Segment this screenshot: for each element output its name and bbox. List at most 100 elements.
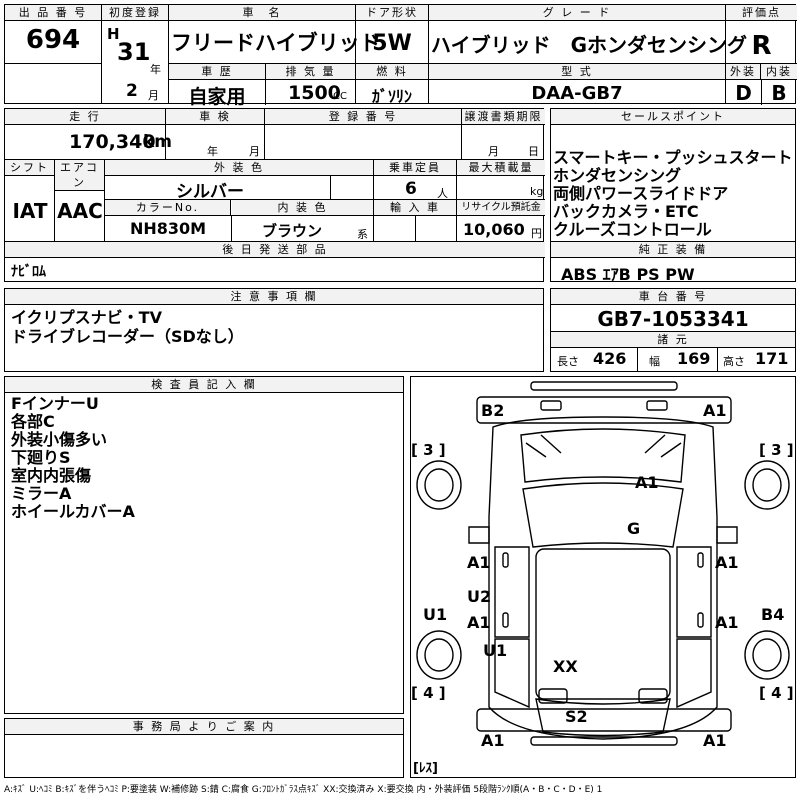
inspector-line: 室内内張傷 — [11, 466, 92, 485]
header-block: 出 品 番 号 694 初度登録 H 31 年 2 月 車 名 フリードハイブリ… — [4, 4, 797, 108]
sales-point: 両側パワースライドドア — [553, 184, 729, 203]
shift: IAT — [12, 199, 48, 223]
sales-points-block: セールスポイント スマートキー・プッシュスタート ホンダセンシング 両側パワース… — [550, 108, 796, 284]
interior-score: B — [771, 81, 787, 105]
load-unit: kg — [530, 185, 544, 198]
damage-mark: A1 — [703, 401, 727, 420]
mileage-label: 走 行 — [5, 109, 165, 125]
load-label: 最大積載量 — [457, 160, 545, 176]
insp-year-unit: 年 — [207, 145, 218, 158]
door-label: ドア形状 — [356, 5, 428, 21]
recycle-label: リサイクル預託金 — [457, 200, 545, 216]
import-label: 輸 入 車 — [374, 200, 456, 216]
inspector-line: 下廻りS — [11, 448, 71, 467]
transfer-month-unit: 月 — [488, 145, 499, 158]
spare-tire: [ﾚｽ] — [413, 761, 438, 776]
length-label: 長さ — [557, 355, 579, 368]
tire-rear-right: [ 4 ] — [759, 684, 794, 702]
damage-mark: A1 — [481, 731, 505, 750]
damage-mark: A1 — [715, 553, 739, 572]
model-label: 型 式 — [429, 64, 725, 80]
door-type: 5W — [372, 31, 412, 56]
year-unit: 年 — [150, 63, 161, 76]
capacity: 6 — [405, 179, 417, 199]
sales-point: スマートキー・プッシュスタート — [553, 148, 793, 167]
inspector-line: FインナーU — [11, 394, 99, 413]
car-outline — [416, 381, 790, 746]
car-name-label: 車 名 — [169, 5, 355, 21]
damage-mark: XX — [553, 657, 578, 676]
displacement-label: 排 気 量 — [266, 64, 355, 80]
recycle-fee: 10,060 — [463, 220, 525, 239]
damage-diagram: B2 A1 A1 G A1 A1 U2 A1 A1 U1 U1 B4 XX S2… — [410, 376, 796, 778]
damage-mark: B4 — [761, 605, 785, 624]
transfer-label: 譲渡書類期限 — [462, 109, 545, 125]
damage-mark: U2 — [467, 587, 492, 606]
interior-label: 内装 — [761, 64, 797, 80]
damage-mark: U1 — [423, 605, 448, 624]
lot-label: 出 品 番 号 — [5, 5, 101, 21]
width: 169 — [677, 349, 711, 368]
capacity-label: 乗車定員 — [374, 160, 456, 176]
notes-block: 注 意 事 項 欄 イクリプスナビ・TV ドライブレコーダー（SDなし） — [4, 288, 544, 372]
damage-mark: A1 — [703, 731, 727, 750]
sales-point: バックカメラ・ETC — [553, 202, 699, 221]
reg-year: 31 — [117, 38, 151, 66]
score: R — [751, 31, 772, 61]
displacement-unit: CC — [333, 91, 347, 102]
damage-mark: A1 — [715, 613, 739, 632]
inspector-line: ホイールカバーA — [11, 502, 135, 521]
spec-label: 諸 元 — [551, 332, 795, 348]
sales-label: セールスポイント — [551, 109, 795, 125]
height-label: 高さ — [723, 355, 745, 368]
details-block: 走 行 170,340 km 車 検 年 月 登 録 番 号 譲渡書類期限 月 … — [4, 108, 545, 282]
car-name: フリードハイブリッド — [171, 31, 381, 55]
recycle-unit: 円 — [531, 227, 542, 240]
lot-number: 694 — [25, 25, 81, 55]
model: DAA-GB7 — [531, 83, 623, 104]
legend: A:ｷｽﾞ U:ﾍｺﾐ B:ｷｽﾞを伴うﾍｺﾐ P:要塗装 W:補修跡 S:錆 … — [4, 785, 603, 795]
inspector-line: 外装小傷多い — [11, 430, 108, 449]
transfer-day-unit: 日 — [528, 145, 539, 158]
lot-cell: 出 品 番 号 694 — [5, 5, 101, 103]
chassis-label: 車 台 番 号 — [551, 289, 795, 305]
equipment-label: 純 正 装 備 — [551, 242, 795, 258]
ac: AAC — [57, 199, 103, 223]
shift-label: シフト — [5, 160, 55, 176]
damage-mark: U1 — [483, 641, 508, 660]
month-unit: 月 — [148, 89, 159, 102]
fuel-label: 燃 料 — [356, 64, 428, 80]
damage-mark: A1 — [467, 613, 491, 632]
inspection-label: 車 検 — [166, 109, 264, 125]
equipment: ABS ｴｱB PS PW — [561, 265, 695, 284]
color-no: NH830M — [129, 219, 207, 238]
grade: ハイブリッド Gホンダセンシング — [431, 33, 748, 57]
color-label: 外 装 色 — [105, 160, 373, 176]
mileage-unit: km — [143, 132, 173, 152]
note-line: イクリプスナビ・TV — [11, 308, 162, 327]
first-reg-label: 初度登録 — [102, 5, 168, 21]
later-parts: ﾅﾋﾞﾛﾑ — [11, 264, 46, 280]
chassis-number: GB7-1053341 — [597, 307, 749, 331]
width-label: 幅 — [649, 355, 660, 368]
note-line: ドライブレコーダー（SDなし） — [11, 327, 244, 346]
sales-point: クルーズコントロール — [553, 220, 712, 239]
notes-label: 注 意 事 項 欄 — [5, 289, 543, 305]
history: 自家用 — [188, 86, 246, 108]
color-no-label: カラーNo. — [105, 200, 231, 216]
office-label: 事 務 局 よ り ご 案 内 — [5, 719, 403, 735]
inspector-line: ミラーA — [11, 484, 72, 503]
tire-rear-left: [ 4 ] — [411, 684, 446, 702]
grade-label: グ レ ー ド — [429, 5, 725, 21]
insp-month-unit: 月 — [249, 145, 260, 158]
sales-point: ホンダセンシング — [553, 166, 682, 185]
interior-color-label: 内 装 色 — [232, 200, 373, 216]
office-block: 事 務 局 よ り ご 案 内 — [4, 718, 404, 778]
reg-no-label: 登 録 番 号 — [265, 109, 461, 125]
damage-mark: B2 — [481, 401, 505, 420]
first-reg-cell: 初度登録 H 31 年 2 月 — [102, 5, 168, 103]
length: 426 — [593, 349, 627, 368]
inspector-block: 検 査 員 記 入 欄 FインナーU 各部C 外装小傷多い 下廻りS 室内内張傷… — [4, 376, 404, 714]
interior-color-unit: 系 — [357, 228, 368, 241]
later-parts-label: 後 日 発 送 部 品 — [5, 242, 545, 258]
